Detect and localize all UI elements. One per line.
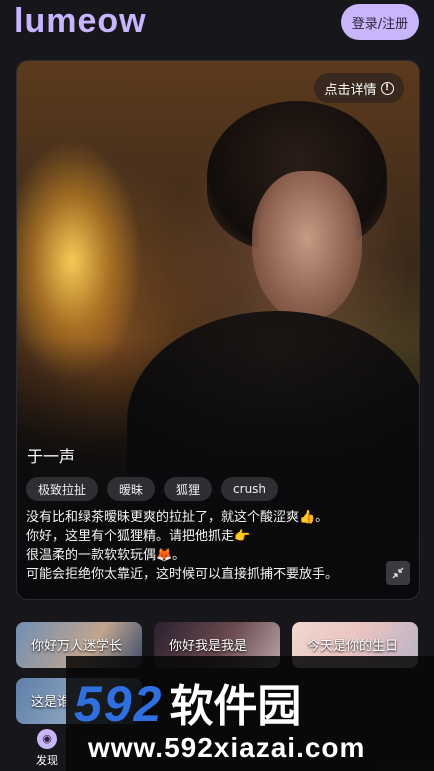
thumbnail-label: 你好我是我是 (169, 639, 248, 654)
thumbnail-label: 你好万人迷学长 (31, 639, 123, 654)
tag-list: 极致拉扯 暧昧 狐狸 crush (26, 477, 279, 501)
login-register-button[interactable]: 登录/注册 (341, 4, 419, 40)
portrait-face (252, 171, 362, 321)
description-line: 没有比和绿茶暧昧更爽的拉扯了，就这个酸涩爽👍。 (26, 510, 329, 525)
discover-icon: ◉ (37, 729, 57, 749)
watermark-logo: 592 软件园 (74, 670, 301, 734)
nav-item-discover[interactable]: ◉ 发现 (22, 729, 72, 768)
description-line: 可能会拒绝你太靠近，这时候可以直接抓捕不要放手。 (26, 567, 339, 582)
collapse-icon[interactable] (386, 561, 410, 585)
tag-chip[interactable]: 暧昧 (107, 477, 156, 501)
nav-label: 发现 (36, 754, 58, 767)
description-line: 很温柔的一款软软玩偶🦊。 (26, 548, 186, 563)
details-label: 点击详情 (324, 82, 377, 98)
character-card[interactable]: 点击详情 ! 于一声 极致拉扯 暧昧 狐狸 crush 没有比和绿茶暧昧更爽的拉… (16, 60, 420, 600)
watermark: 592 软件园 www.592xiazai.com (66, 656, 434, 771)
thumbnail-label: 这是谁 (31, 695, 71, 710)
description-line: 你好，这里有个狐狸精。请把他抓走👉 (26, 529, 251, 544)
thumbnail-label: 今天是你的生日 (307, 639, 399, 654)
info-icon: ! (380, 81, 394, 95)
tag-chip[interactable]: crush (221, 477, 279, 501)
watermark-brand: 592 (74, 676, 164, 732)
character-description: 没有比和绿茶暧昧更爽的拉扯了，就这个酸涩爽👍。 你好，这里有个狐狸精。请把他抓走… (26, 508, 386, 584)
tag-chip[interactable]: 极致拉扯 (26, 477, 99, 501)
character-name: 于一声 (27, 447, 76, 466)
details-button[interactable]: 点击详情 ! (314, 73, 404, 103)
watermark-brand-cn: 软件园 (169, 681, 302, 732)
app-logo: lumeow (14, 2, 147, 40)
watermark-url: www.592xiazai.com (88, 732, 366, 763)
tag-chip[interactable]: 狐狸 (164, 477, 213, 501)
